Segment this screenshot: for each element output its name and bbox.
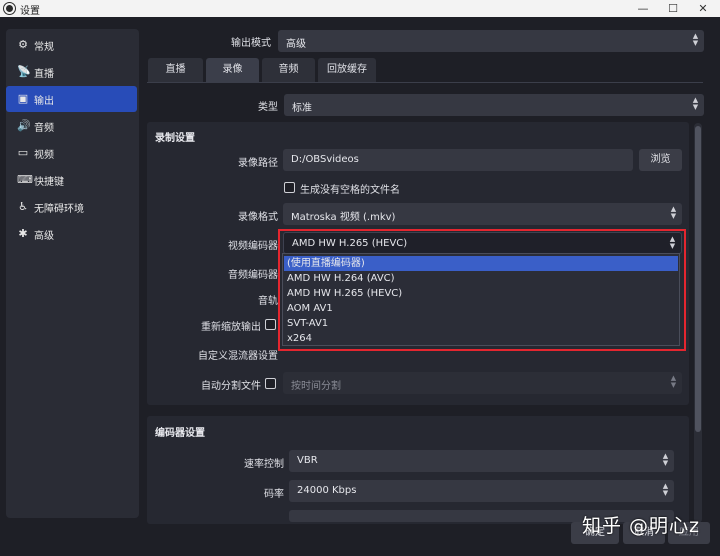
autosplit-value: 按时间分割 (291, 381, 341, 392)
monitor-icon: ▭ (17, 146, 29, 159)
no-space-filename-checkbox[interactable] (284, 182, 295, 193)
output-mode-select[interactable]: 高级 ▲ ▼ (278, 30, 704, 52)
output-icon: ▣ (17, 92, 29, 105)
sidebar-item-2[interactable]: ▣ 输出 (6, 86, 137, 112)
output-mode-value: 高级 (286, 39, 306, 50)
autosplit-label: 自动分割文件 (201, 381, 261, 392)
window-title: 设置 (20, 6, 40, 17)
bitrate-spinbox[interactable]: 24000 Kbps ▲ ▼ (289, 480, 674, 502)
scrollbar-thumb[interactable] (695, 126, 701, 432)
chevron-updown-icon: ▲ ▼ (670, 374, 677, 389)
recording-path-label: 录像路径 (238, 158, 278, 169)
chevron-updown-icon: ▲ ▼ (662, 452, 669, 467)
sidebar-item-label: 无障碍环境 (34, 204, 84, 215)
minimize-button[interactable]: — (628, 1, 658, 16)
tab-3[interactable]: 回放缓存 (318, 58, 376, 82)
no-space-filename-label: 生成没有空格的文件名 (300, 185, 400, 196)
rescale-output-label: 重新缩放输出 (201, 322, 261, 333)
video-encoder-label: 视频编码器 (228, 241, 278, 252)
audio-encoder-label: 音频编码器 (228, 270, 278, 281)
broadcast-icon: 📡 (17, 65, 31, 78)
sidebar-item-label: 音频 (34, 123, 54, 134)
annotation-highlight-box (278, 229, 686, 351)
chevron-updown-icon: ▲ ▼ (692, 96, 699, 111)
recording-format-label: 录像格式 (238, 212, 278, 223)
tab-1[interactable]: 录像 (206, 58, 259, 82)
title-bar: 设置 — ☐ ✕ (0, 0, 720, 17)
chevron-updown-icon: ▲ ▼ (670, 205, 677, 220)
sidebar-item-0[interactable]: ⚙ 常规 (6, 32, 137, 58)
gear-icon: ⚙ (18, 38, 28, 51)
encoder-section-title: 编码器设置 (155, 428, 205, 439)
sidebar-item-4[interactable]: ▭ 视频 (6, 140, 137, 166)
autosplit-checkbox[interactable] (265, 378, 276, 389)
sidebar-item-5[interactable]: ⌨ 快捷键 (6, 167, 137, 193)
sidebar-item-label: 视频 (34, 150, 54, 161)
custom-muxer-label: 自定义混流器设置 (198, 351, 278, 362)
recording-section-title: 录制设置 (155, 133, 195, 144)
type-label: 类型 (258, 102, 278, 113)
accessibility-icon: ♿ (18, 200, 28, 213)
tab-0[interactable]: 直播 (148, 58, 203, 82)
tab-2[interactable]: 音频 (262, 58, 315, 82)
rescale-output-checkbox[interactable] (265, 319, 276, 330)
recording-format-select[interactable]: Matroska 视频 (.mkv) ▲ ▼ (283, 203, 682, 225)
bitrate-label: 码率 (264, 489, 284, 500)
rate-control-label: 速率控制 (244, 459, 284, 470)
recording-path-input[interactable]: D:/OBSvideos (283, 149, 633, 171)
sidebar-item-label: 常规 (34, 42, 54, 53)
bitrate-value: 24000 Kbps (297, 485, 357, 496)
stepper-icon[interactable]: ▲ ▼ (661, 483, 670, 498)
type-value: 标准 (292, 103, 312, 114)
autosplit-select[interactable]: 按时间分割 ▲ ▼ (283, 372, 682, 394)
chevron-updown-icon: ▲ ▼ (692, 32, 699, 47)
sidebar-item-label: 高级 (34, 231, 54, 242)
sidebar-item-1[interactable]: 📡 直播 (6, 59, 137, 85)
audio-track-label: 音轨 (258, 296, 278, 307)
type-select[interactable]: 标准 ▲ ▼ (284, 94, 704, 116)
output-mode-label: 输出模式 (231, 38, 271, 49)
maximize-button[interactable]: ☐ (658, 1, 688, 16)
rate-control-select[interactable]: VBR ▲ ▼ (289, 450, 674, 472)
wrench-icon: ✱ (18, 227, 28, 240)
sidebar-item-label: 快捷键 (34, 177, 64, 188)
browse-button[interactable]: 浏览 (639, 149, 682, 171)
sidebar-item-6[interactable]: ♿ 无障碍环境 (6, 194, 137, 220)
recording-path-value: D:/OBSvideos (291, 154, 359, 165)
keyboard-icon: ⌨ (17, 173, 33, 186)
rate-control-value: VBR (297, 455, 318, 466)
tab-divider (147, 82, 703, 83)
sidebar-item-label: 直播 (34, 69, 54, 80)
obs-logo-icon (4, 3, 15, 14)
close-button[interactable]: ✕ (688, 1, 718, 16)
speaker-icon: 🔊 (17, 119, 31, 132)
sidebar-item-label: 输出 (34, 96, 54, 107)
sidebar-item-3[interactable]: 🔊 音频 (6, 113, 137, 139)
sidebar-item-7[interactable]: ✱ 高级 (6, 221, 137, 247)
recording-format-value: Matroska 视频 (.mkv) (291, 212, 396, 223)
zhihu-watermark: 知乎 @明心z (582, 515, 701, 537)
